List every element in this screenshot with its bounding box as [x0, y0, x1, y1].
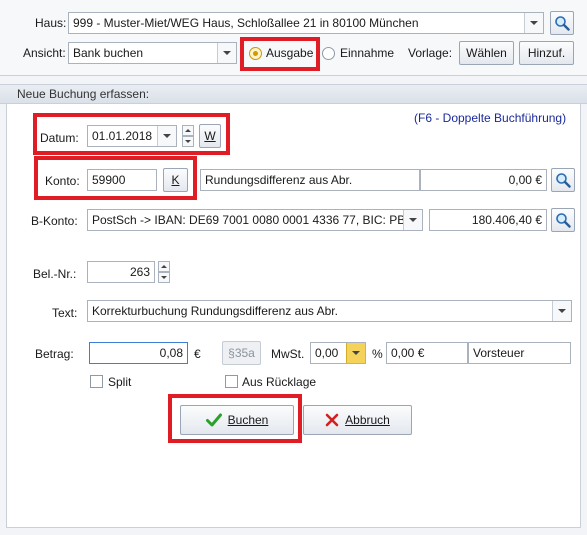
- betrag-value: 0,08: [159, 346, 183, 360]
- buchen-button[interactable]: Buchen: [180, 405, 294, 435]
- vorlage-label: Vorlage:: [408, 46, 453, 60]
- mwst-amount: 0,00 €: [391, 346, 425, 360]
- group-title: Neue Buchung erfassen:: [17, 87, 150, 101]
- datum-input[interactable]: 01.01.2018: [87, 125, 177, 147]
- konto-saldo-field: 0,00 €: [420, 169, 547, 191]
- haus-dropdown-button[interactable]: [524, 13, 543, 33]
- einnahme-label[interactable]: Einnahme: [340, 46, 394, 60]
- belnr-spin-down[interactable]: [158, 272, 170, 283]
- chevron-down-icon: [409, 218, 417, 222]
- close-icon: [325, 413, 339, 427]
- chevron-down-icon: [530, 21, 538, 25]
- split-checkbox[interactable]: [90, 375, 103, 388]
- doppelte-buchfuehrung-hint: (F6 - Doppelte Buchführung): [414, 111, 567, 125]
- mwst-dropdown-button[interactable]: [346, 343, 365, 363]
- buchen-label: Buchen: [227, 413, 269, 427]
- ansicht-label: Ansicht:: [23, 46, 66, 60]
- belnr-spin-up[interactable]: [158, 261, 170, 272]
- chevron-up-icon: [161, 265, 167, 268]
- hinzuf-label: Hinzuf.: [527, 46, 566, 60]
- belnr-input[interactable]: 263: [87, 261, 155, 283]
- haus-label: Haus:: [35, 16, 67, 30]
- bkonto-search-button[interactable]: [551, 208, 575, 232]
- vorsteuer-field: Vorsteuer: [468, 342, 571, 364]
- mwst-select[interactable]: 0,00: [310, 342, 366, 364]
- konto-label: Konto:: [45, 174, 80, 188]
- checkmark-icon: [205, 413, 222, 427]
- percent-sign: %: [372, 347, 383, 361]
- chevron-down-icon: [163, 134, 171, 138]
- para35a-label: §35a: [228, 346, 255, 360]
- search-icon: [555, 16, 570, 31]
- haus-search-button[interactable]: [550, 11, 574, 35]
- ansicht-dropdown-button[interactable]: [217, 43, 236, 63]
- chevron-down-icon: [223, 51, 231, 55]
- mwst-label: MwSt.: [271, 347, 305, 361]
- abbruch-label: Abbruch: [345, 413, 390, 427]
- betrag-label: Betrag:: [35, 347, 74, 361]
- bkonto-select[interactable]: PostSch -> IBAN: DE69 7001 0080 0001 433…: [87, 209, 423, 231]
- bkonto-label: B-Konto:: [31, 214, 78, 228]
- datum-spin-down[interactable]: [182, 136, 194, 147]
- chevron-down-icon: [185, 140, 191, 143]
- ausgabe-radio[interactable]: [249, 47, 262, 60]
- split-label[interactable]: Split: [108, 375, 131, 389]
- konto-value: 59900: [92, 173, 126, 187]
- chevron-down-icon: [558, 309, 566, 313]
- haus-value: 999 - Muster-Miet/WEG Haus, Schloßallee …: [73, 16, 419, 30]
- text-value: Korrekturbuchung Rundungsdifferenz aus A…: [92, 304, 338, 318]
- text-select[interactable]: Korrekturbuchung Rundungsdifferenz aus A…: [87, 300, 572, 322]
- ruecklage-label[interactable]: Aus Rücklage: [242, 375, 316, 389]
- datum-value: 01.01.2018: [92, 129, 153, 143]
- vorsteuer-text: Vorsteuer: [473, 346, 525, 360]
- ausgabe-label[interactable]: Ausgabe: [266, 46, 313, 60]
- einnahme-radio[interactable]: [322, 47, 335, 60]
- belnr-label: Bel.-Nr.:: [33, 267, 77, 281]
- bkonto-dropdown-button[interactable]: [403, 210, 422, 230]
- waehlen-button[interactable]: Wählen: [459, 41, 514, 65]
- betrag-input[interactable]: 0,08: [89, 342, 188, 364]
- datum-label: Datum:: [40, 131, 79, 145]
- para35a-button[interactable]: §35a: [222, 341, 261, 365]
- konto-saldo: 0,00 €: [508, 173, 542, 187]
- datum-w-label: W: [204, 129, 216, 143]
- waehlen-label: Wählen: [466, 46, 507, 60]
- datum-w-button[interactable]: W: [199, 124, 221, 148]
- chevron-up-icon: [185, 129, 191, 132]
- mwst-amount-field: 0,00 €: [386, 342, 468, 364]
- bkonto-saldo-field: 180.406,40 €: [429, 209, 547, 231]
- ruecklage-checkbox[interactable]: [225, 375, 238, 388]
- haus-select[interactable]: 999 - Muster-Miet/WEG Haus, Schloßallee …: [68, 12, 544, 34]
- search-icon: [556, 213, 571, 228]
- bkonto-saldo: 180.406,40 €: [471, 213, 542, 227]
- chevron-down-icon: [161, 276, 167, 279]
- belnr-value: 263: [129, 265, 150, 279]
- ansicht-select[interactable]: Bank buchen: [68, 42, 237, 64]
- abbruch-button[interactable]: Abbruch: [303, 405, 412, 435]
- euro-sign: €: [194, 347, 201, 361]
- mwst-value: 0,00: [315, 346, 339, 360]
- hinzuf-button[interactable]: Hinzuf.: [519, 41, 574, 65]
- konto-name-field: Rundungsdifferenz aus Abr.: [200, 169, 420, 191]
- konto-search-button[interactable]: [551, 168, 575, 192]
- ansicht-value: Bank buchen: [73, 46, 144, 60]
- search-icon: [556, 173, 571, 188]
- datum-dropdown-button[interactable]: [157, 126, 176, 146]
- text-label: Text:: [52, 306, 78, 320]
- datum-spin-up[interactable]: [182, 125, 194, 136]
- chevron-down-icon: [352, 351, 360, 355]
- konto-k-button[interactable]: K: [163, 168, 188, 192]
- konto-input[interactable]: 59900: [87, 169, 157, 191]
- konto-name: Rundungsdifferenz aus Abr.: [205, 173, 353, 187]
- konto-k-label: K: [171, 173, 180, 187]
- bkonto-value: PostSch -> IBAN: DE69 7001 0080 0001 433…: [92, 213, 423, 227]
- text-dropdown-button[interactable]: [552, 301, 571, 321]
- radio-selected-dot: [253, 51, 258, 56]
